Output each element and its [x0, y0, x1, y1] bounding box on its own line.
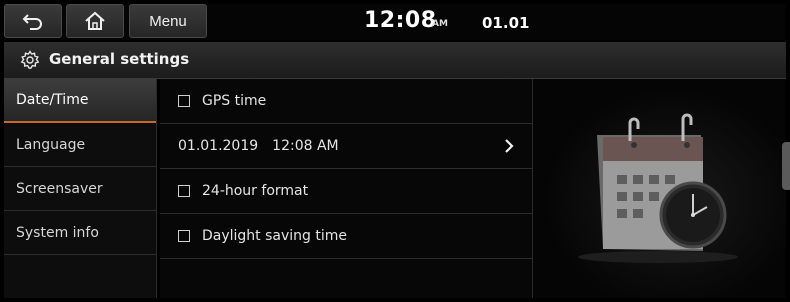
daylight-saving-checkbox[interactable]: [178, 230, 190, 242]
title-bar: General settings: [4, 42, 786, 79]
date-time-setting-row[interactable]: 01.01.2019 12:08 AM: [160, 124, 532, 169]
current-time: 12:08 AM: [272, 138, 339, 154]
24-hour-format-option[interactable]: 24-hour format: [160, 169, 532, 214]
sidebar-item-date-time[interactable]: Date/Time: [4, 79, 156, 123]
gps-time-option[interactable]: GPS time: [160, 79, 532, 124]
sidebar: Date/Time Language Screensaver System in…: [4, 79, 157, 298]
gear-icon: [20, 50, 40, 69]
24-hour-format-label: 24-hour format: [202, 183, 309, 199]
back-button[interactable]: [4, 4, 62, 38]
home-button[interactable]: [66, 4, 124, 38]
screen: Menu 12:08 AM 01.01 General settings Dat…: [0, 0, 790, 302]
sidebar-item-screensaver[interactable]: Screensaver: [4, 167, 156, 211]
current-date: 01.01.2019: [178, 138, 259, 154]
sidebar-item-system-info[interactable]: System info: [4, 211, 156, 255]
calendar-clock-icon: [578, 113, 738, 263]
gps-time-checkbox[interactable]: [178, 95, 190, 107]
home-icon: [85, 11, 105, 30]
side-panel-handle[interactable]: [782, 142, 790, 190]
settings-list: GPS time 01.01.2019 12:08 AM 24-hour for…: [160, 79, 532, 298]
gps-time-label: GPS time: [202, 93, 267, 109]
illustration-panel: [533, 79, 786, 298]
menu-button[interactable]: Menu: [129, 4, 207, 38]
daylight-saving-label: Daylight saving time: [202, 228, 348, 244]
clock-time: 12:08: [364, 8, 437, 33]
clock-ampm: AM: [432, 19, 448, 29]
24-hour-format-checkbox[interactable]: [178, 185, 190, 197]
page-title: General settings: [49, 50, 190, 68]
back-arrow-icon: [22, 14, 42, 30]
chevron-right-icon: [505, 139, 514, 153]
status-bar: Menu 12:08 AM 01.01: [4, 4, 786, 40]
sidebar-item-language[interactable]: Language: [4, 123, 156, 167]
status-date: 01.01: [482, 14, 530, 32]
daylight-saving-option[interactable]: Daylight saving time: [160, 214, 532, 259]
